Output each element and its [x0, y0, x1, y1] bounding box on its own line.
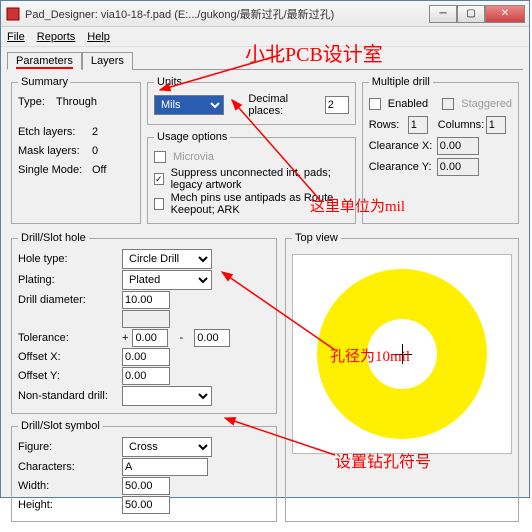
drill-hole-group: Drill/Slot hole Hole type:Circle Drill P… — [11, 232, 277, 414]
staggered-checkbox — [442, 98, 454, 110]
units-legend: Units — [154, 76, 185, 88]
rows-input[interactable] — [408, 116, 428, 134]
characters-input[interactable] — [122, 458, 208, 476]
suppress-checkbox[interactable]: ✓ — [154, 173, 164, 185]
usage-group: Usage options Microvia ✓Suppress unconne… — [147, 131, 356, 224]
nonstandard-drill-select[interactable] — [122, 386, 212, 406]
menu-file[interactable]: File — [7, 31, 25, 43]
tol-plus-input[interactable] — [132, 329, 168, 347]
multi-legend: Multiple drill — [369, 76, 433, 88]
preview-legend: Top view — [292, 232, 341, 244]
drill-legend: Drill/Slot hole — [18, 232, 89, 244]
menubar: File Reports Help — [1, 27, 529, 47]
close-button[interactable]: ✕ — [485, 5, 525, 23]
symbol-height-input[interactable] — [122, 496, 170, 514]
summary-mask: 0 — [92, 145, 98, 157]
figure-select[interactable]: Cross — [122, 437, 212, 457]
mech-checkbox[interactable] — [154, 198, 164, 210]
hole-type-select[interactable]: Circle Drill — [122, 249, 212, 269]
preview-group: Top view — [285, 232, 519, 522]
multiple-drill-group: Multiple drill Enabled Staggered Rows:Co… — [362, 76, 519, 224]
summary-etch: 2 — [92, 126, 98, 138]
preview-box — [292, 254, 512, 454]
symbol-width-input[interactable] — [122, 477, 170, 495]
app-icon — [5, 6, 21, 22]
units-group: Units Mils Decimal places: — [147, 76, 356, 125]
summary-single: Off — [92, 164, 106, 176]
summary-type: Through — [56, 96, 97, 108]
drill-extra-input[interactable] — [122, 310, 170, 328]
offset-x-input[interactable] — [122, 348, 170, 366]
window-title: Pad_Designer: via10-18-f.pad (E:.../guko… — [25, 6, 429, 22]
units-select[interactable]: Mils — [154, 95, 224, 115]
cols-input[interactable] — [486, 116, 506, 134]
symbol-legend: Drill/Slot symbol — [18, 420, 103, 432]
plating-select[interactable]: Plated — [122, 270, 212, 290]
menu-reports[interactable]: Reports — [37, 31, 76, 43]
tab-bar: Parameters Layers — [7, 51, 523, 70]
enabled-checkbox[interactable] — [369, 98, 381, 110]
offset-y-input[interactable] — [122, 367, 170, 385]
usage-legend: Usage options — [154, 131, 230, 143]
drill-diameter-input[interactable] — [122, 291, 170, 309]
tab-parameters[interactable]: Parameters — [7, 52, 82, 70]
clearance-x-input[interactable] — [437, 137, 479, 155]
decimal-places-input[interactable] — [325, 96, 349, 114]
tab-layers[interactable]: Layers — [82, 52, 133, 70]
summary-legend: Summary — [18, 76, 71, 88]
maximize-button[interactable]: ▢ — [457, 5, 485, 23]
clearance-y-input[interactable] — [437, 158, 479, 176]
microvia-checkbox[interactable] — [154, 151, 166, 163]
summary-group: Summary Type: Through Etch layers:2 Mask… — [11, 76, 141, 224]
titlebar: Pad_Designer: via10-18-f.pad (E:.../guko… — [1, 1, 529, 27]
menu-help[interactable]: Help — [87, 31, 110, 43]
tol-minus-input[interactable] — [194, 329, 230, 347]
drill-symbol-group: Drill/Slot symbol Figure:Cross Character… — [11, 420, 277, 522]
minimize-button[interactable]: ─ — [429, 5, 457, 23]
